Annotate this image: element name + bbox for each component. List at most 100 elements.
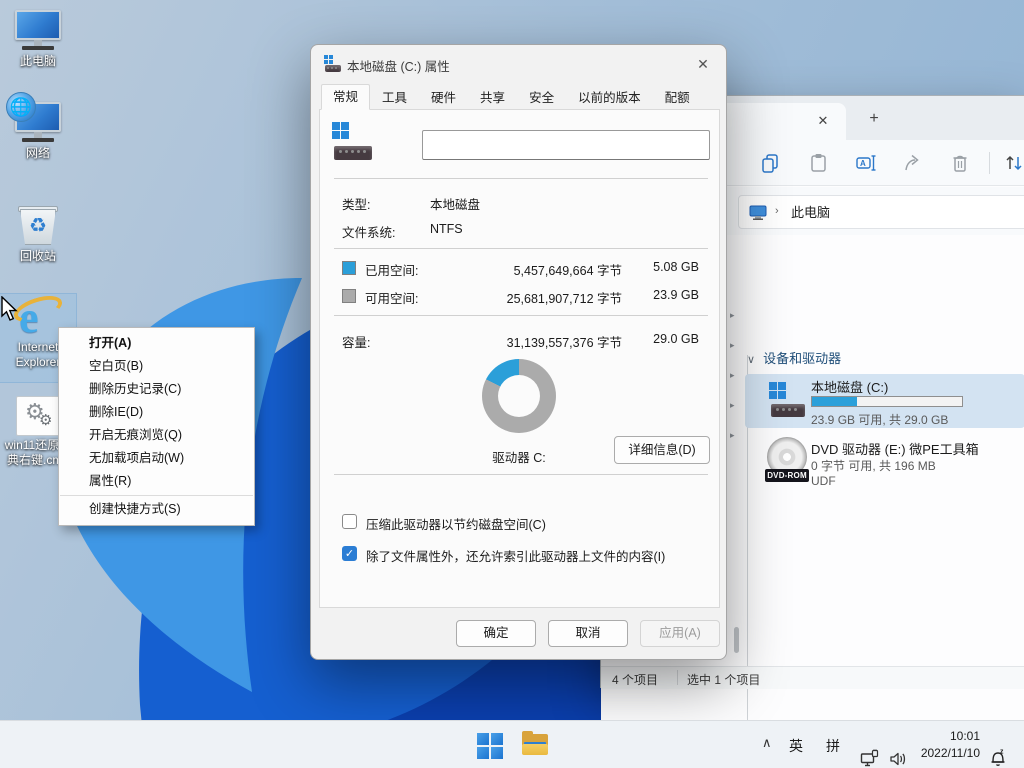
copy-icon[interactable]	[760, 152, 782, 174]
drive-caption: 驱动器 C:	[469, 447, 569, 466]
drive-item-c[interactable]: 本地磁盘 (C:) 23.9 GB 可用, 共 29.0 GB	[745, 374, 1024, 428]
rename-icon[interactable]: A	[855, 152, 877, 174]
ime-mode-button[interactable]: 拼	[826, 736, 840, 768]
tab-general[interactable]: 常规	[321, 84, 370, 110]
windows-logo-icon	[477, 733, 503, 759]
menu-item-delete-ie[interactable]: 删除IE(D)	[59, 401, 254, 424]
tree-chevron-icon[interactable]: ▸	[730, 340, 738, 348]
type-value: 本地磁盘	[430, 194, 480, 213]
desktop-icon-label: 网络	[0, 146, 76, 161]
tab-close-icon[interactable]: ✕	[814, 112, 832, 130]
dialog-title: 本地磁盘 (C:) 属性	[347, 56, 450, 75]
separator	[334, 178, 708, 179]
tray-date: 2022/11/10	[920, 745, 980, 762]
menu-item-create-shortcut[interactable]: 创建快捷方式(S)	[59, 498, 254, 521]
taskbar: ∧ 英 拼 10:01 2022/11/10 z	[0, 720, 1024, 768]
desktop-icon-network[interactable]: 🌐 网络	[0, 102, 76, 161]
sort-icon[interactable]	[1003, 152, 1024, 174]
index-checkbox[interactable]: ✓	[342, 546, 357, 561]
tray-chevron-icon[interactable]: ∧	[762, 735, 772, 768]
network-icon: 🌐	[14, 102, 62, 144]
desktop-screen: 此电脑 🌐 网络 ♻ 回收站 e Internet Explorer ⚙⚙ wi…	[0, 0, 1024, 768]
compress-checkbox[interactable]	[342, 514, 357, 529]
speaker-icon[interactable]	[888, 735, 908, 768]
status-bar: 4 个项目 选中 1 个项目	[601, 666, 1024, 689]
used-space-bytes: 5,457,649,664 字节	[514, 260, 622, 279]
menu-item-delete-history[interactable]: 删除历史记录(C)	[59, 378, 254, 401]
tab-hardware[interactable]: 硬件	[419, 85, 468, 109]
free-space-size: 23.9 GB	[653, 288, 699, 302]
used-space-size: 5.08 GB	[653, 260, 699, 274]
scrollbar-thumb[interactable]	[734, 627, 739, 653]
capacity-label: 容量:	[342, 332, 370, 351]
used-space-label: 已用空间:	[365, 260, 418, 279]
cancel-button[interactable]: 取消	[548, 620, 628, 647]
menu-separator	[60, 495, 253, 496]
dialog-tab-strip: 常规 工具 硬件 共享 安全 以前的版本 配额	[321, 85, 702, 110]
volume-label-input[interactable]	[422, 130, 710, 160]
ok-button[interactable]: 确定	[456, 620, 536, 647]
separator	[334, 248, 708, 249]
svg-text:A: A	[860, 159, 866, 168]
local-disk-icon	[769, 382, 807, 420]
capacity-size: 29.0 GB	[653, 332, 699, 346]
drive-name: 本地磁盘 (C:)	[811, 377, 888, 396]
paste-icon[interactable]	[808, 152, 830, 174]
globe-icon: 🌐	[6, 92, 36, 122]
free-space-label: 可用空间:	[365, 288, 418, 307]
apply-button[interactable]: 应用(A)	[640, 620, 720, 647]
tab-sharing[interactable]: 共享	[468, 85, 517, 109]
this-pc-breadcrumb-icon	[749, 204, 767, 222]
dvd-drive-icon: DVD-ROM	[765, 437, 809, 487]
dialog-title-bar[interactable]: 本地磁盘 (C:) 属性 ✕	[311, 45, 726, 83]
tree-chevron-icon[interactable]: ▸	[730, 400, 738, 408]
drive-name: DVD 驱动器 (E:) 微PE工具箱	[811, 439, 979, 458]
taskbar-clock[interactable]: 10:01 2022/11/10	[920, 728, 980, 768]
tab-tools[interactable]: 工具	[370, 85, 419, 109]
capacity-bar-fill	[812, 397, 857, 406]
desktop-icon-this-pc[interactable]: 此电脑	[0, 10, 76, 69]
explorer-tab[interactable]: ✕	[716, 103, 846, 140]
tree-chevron-icon[interactable]: ▸	[730, 370, 738, 378]
start-button[interactable]	[473, 729, 507, 763]
desktop-icon-label: 此电脑	[0, 54, 76, 69]
file-explorer-taskbar-button[interactable]	[518, 729, 552, 763]
toolbar-divider	[989, 152, 990, 174]
drive-item-dvd[interactable]: DVD-ROM DVD 驱动器 (E:) 微PE工具箱 0 字节 可用, 共 1…	[745, 435, 1024, 493]
menu-item-inprivate[interactable]: 开启无痕浏览(Q)	[59, 424, 254, 447]
status-divider	[677, 670, 678, 685]
separator	[334, 474, 708, 475]
svg-text:z: z	[1000, 749, 1004, 756]
tab-previous-versions[interactable]: 以前的版本	[566, 85, 653, 109]
drive-caption: 0 字节 可用, 共 196 MB	[811, 457, 936, 474]
delete-icon[interactable]	[949, 152, 971, 174]
free-space-swatch	[342, 289, 356, 303]
gears-file-icon: ⚙⚙	[16, 396, 60, 436]
share-icon[interactable]	[902, 152, 924, 174]
desktop-icon-recycle-bin[interactable]: ♻ 回收站	[0, 203, 76, 264]
network-icon[interactable]	[860, 735, 880, 768]
item-count: 4 个项目	[612, 671, 658, 688]
filesystem-value: NTFS	[430, 222, 463, 236]
close-icon[interactable]: ✕	[692, 53, 714, 75]
ime-language-button[interactable]: 英	[789, 736, 803, 768]
type-label: 类型:	[342, 194, 370, 213]
local-disk-icon	[332, 122, 374, 164]
tree-chevron-icon[interactable]: ▸	[730, 310, 738, 318]
tree-chevron-icon[interactable]: ▸	[730, 430, 738, 438]
notification-bell-icon[interactable]: z	[987, 734, 1009, 768]
group-header[interactable]: ∨设备和驱动器	[747, 348, 841, 367]
chevron-down-icon: ∨	[747, 354, 755, 366]
menu-item-properties[interactable]: 属性(R)	[59, 470, 254, 493]
tab-security[interactable]: 安全	[517, 85, 566, 109]
menu-item-no-addons[interactable]: 无加载项启动(W)	[59, 447, 254, 470]
tab-quota[interactable]: 配额	[653, 85, 702, 109]
details-button[interactable]: 详细信息(D)	[614, 436, 710, 464]
new-tab-button[interactable]: +	[863, 108, 885, 130]
separator	[334, 315, 708, 316]
address-bar[interactable]: › 此电脑	[738, 195, 1024, 229]
breadcrumb[interactable]: 此电脑	[791, 204, 830, 222]
menu-item-blank-page[interactable]: 空白页(B)	[59, 355, 254, 378]
menu-item-open[interactable]: 打开(A)	[59, 332, 254, 355]
disk-usage-donut-chart	[482, 359, 556, 433]
